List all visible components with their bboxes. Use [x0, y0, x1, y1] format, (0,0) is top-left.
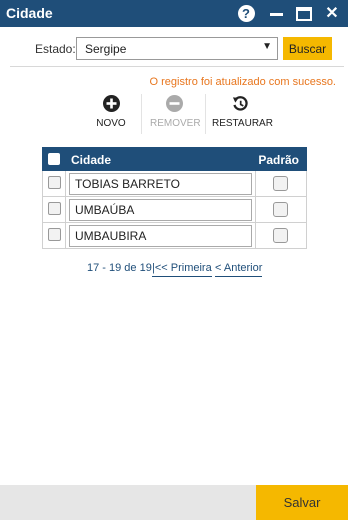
divider: [10, 66, 344, 67]
cidade-input[interactable]: UMBAUBIRA: [69, 225, 252, 247]
column-header-padrao[interactable]: Padrão: [258, 153, 299, 167]
salvar-button[interactable]: Salvar: [256, 485, 348, 520]
window-title: Cidade: [6, 5, 53, 21]
restaurar-button[interactable]: RESTAURAR: [212, 95, 273, 129]
cidade-input[interactable]: TOBIAS BARRETO: [69, 173, 252, 195]
padrao-checkbox[interactable]: [273, 202, 288, 217]
previous-page-link[interactable]: < Anterior: [215, 262, 263, 277]
padrao-checkbox[interactable]: [273, 228, 288, 243]
close-button[interactable]: ✕: [322, 4, 342, 23]
help-icon: ?: [237, 5, 255, 22]
row-select-checkbox[interactable]: [48, 176, 61, 189]
restore-icon: [232, 95, 249, 112]
padrao-cell: [256, 171, 307, 197]
buscar-button[interactable]: Buscar: [283, 37, 332, 60]
row-select-checkbox[interactable]: [48, 228, 61, 241]
minus-circle-icon: [165, 95, 183, 112]
estado-label: Estado:: [35, 42, 76, 56]
cidade-cell: UMBAUBIRA: [66, 223, 256, 249]
minimize-button[interactable]: [266, 4, 286, 23]
estado-select[interactable]: Sergipe ▼: [76, 37, 278, 60]
plus-circle-icon: [102, 95, 120, 112]
estado-select-value: Sergipe: [85, 42, 127, 56]
row-select-checkbox[interactable]: [48, 202, 61, 215]
restaurar-label: RESTAURAR: [212, 118, 273, 129]
remover-button[interactable]: REMOVER: [150, 95, 201, 129]
table-row: UMBAÚBA: [42, 197, 307, 223]
padrao-cell: [256, 223, 307, 249]
table-row: TOBIAS BARRETO: [42, 171, 307, 197]
novo-button[interactable]: NOVO: [94, 95, 128, 129]
cidade-input[interactable]: UMBAÚBA: [69, 199, 252, 221]
chevron-down-icon: ▼: [262, 41, 272, 52]
maximize-icon: [296, 6, 312, 21]
close-icon: ✕: [325, 4, 339, 22]
cidade-cell: TOBIAS BARRETO: [66, 171, 256, 197]
success-message: O registro foi atualizado com sucesso.: [149, 76, 336, 88]
first-page-link[interactable]: |<< Primeira: [152, 262, 212, 277]
table-row: UMBAUBIRA: [42, 223, 307, 249]
novo-label: NOVO: [96, 118, 126, 129]
minimize-icon: [269, 13, 283, 16]
row-select-cell: [42, 223, 66, 249]
row-select-cell: [42, 171, 66, 197]
grid-header: Cidade Padrão: [42, 147, 307, 171]
padrao-cell: [256, 197, 307, 223]
remover-label: REMOVER: [150, 118, 201, 129]
toolbar-separator: [205, 94, 206, 134]
maximize-button[interactable]: [294, 4, 314, 23]
help-button[interactable]: ?: [236, 4, 256, 23]
toolbar-separator: [141, 94, 142, 134]
select-all-checkbox[interactable]: [48, 153, 60, 165]
padrao-checkbox[interactable]: [273, 176, 288, 191]
page-info: 17 - 19 de 19: [87, 262, 152, 274]
title-bar: Cidade ? ✕: [0, 0, 348, 27]
row-select-cell: [42, 197, 66, 223]
cidade-cell: UMBAÚBA: [66, 197, 256, 223]
column-header-cidade[interactable]: Cidade: [71, 153, 111, 167]
